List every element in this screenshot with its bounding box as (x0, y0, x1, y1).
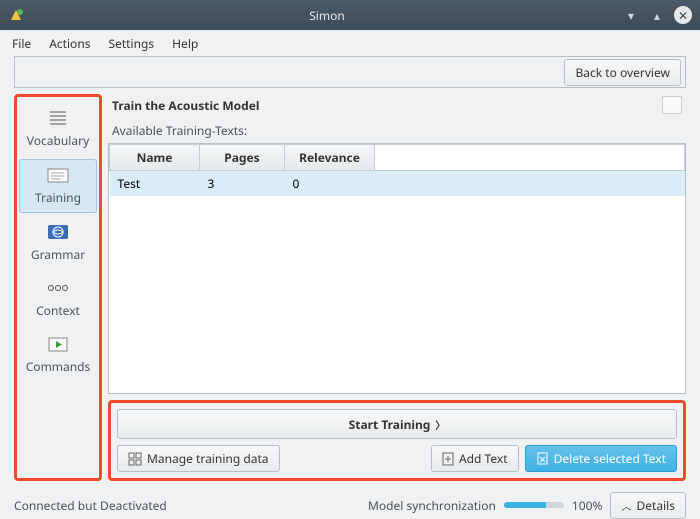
panel-heading: Train the Acoustic Model (112, 97, 260, 114)
main-panel: Train the Acoustic Model Available Train… (108, 94, 686, 481)
action-box: Start Training 〉 Manage training data Ad… (108, 400, 686, 481)
connection-status: Connected but Deactivated (14, 497, 167, 514)
maximize-button[interactable]: ▴ (648, 6, 666, 24)
sync-percent: 100% (572, 497, 603, 514)
menu-file[interactable]: File (12, 35, 31, 52)
commands-icon (44, 333, 72, 355)
back-to-overview-button[interactable]: Back to overview (564, 59, 681, 86)
titlebar: Simon ▾ ▴ ✕ (0, 0, 700, 30)
add-text-button[interactable]: Add Text (431, 445, 519, 472)
training-texts-table: Name Pages Relevance Test 3 0 (108, 143, 686, 394)
delete-icon (536, 452, 549, 465)
sidebar-item-commands[interactable]: Commands (19, 329, 97, 381)
context-icon (44, 277, 72, 299)
details-button[interactable]: ︿ Details (610, 492, 686, 519)
chevron-right-icon: 〉 (435, 417, 445, 432)
col-pages[interactable]: Pages (200, 145, 285, 171)
sidebar-item-label: Vocabulary (27, 132, 89, 149)
statusbar: Connected but Deactivated Model synchron… (0, 491, 700, 519)
menu-settings[interactable]: Settings (108, 35, 154, 52)
training-icon (44, 164, 72, 186)
sidebar-item-label: Context (36, 302, 80, 319)
panel-subheading: Available Training-Texts: (108, 122, 686, 143)
start-training-button[interactable]: Start Training 〉 (117, 409, 677, 439)
add-icon (442, 452, 454, 466)
manage-icon (128, 452, 142, 466)
menu-help[interactable]: Help (172, 35, 198, 52)
app-icon (8, 7, 24, 23)
col-relevance[interactable]: Relevance (285, 145, 375, 171)
delete-selected-text-button[interactable]: Delete selected Text (525, 445, 677, 472)
grammar-icon (44, 221, 72, 243)
sidebar-item-label: Grammar (31, 246, 85, 263)
minimize-button[interactable]: ▾ (622, 6, 640, 24)
sync-label: Model synchronization (368, 497, 496, 514)
calendar-icon[interactable] (662, 96, 682, 114)
sync-progress (504, 502, 564, 508)
sidebar-item-label: Commands (26, 358, 91, 375)
window-title: Simon (32, 7, 622, 24)
cell-name: Test (110, 171, 200, 197)
sidebar: Vocabulary Training Grammar (14, 94, 102, 481)
menu-actions[interactable]: Actions (49, 35, 90, 52)
cell-relevance: 0 (285, 171, 375, 197)
sidebar-item-label: Training (35, 189, 81, 206)
menubar: File Actions Settings Help (0, 30, 700, 56)
sidebar-item-vocabulary[interactable]: Vocabulary (19, 103, 97, 155)
sidebar-item-grammar[interactable]: Grammar (19, 217, 97, 269)
overview-bar: Back to overview (14, 56, 686, 88)
table-row[interactable]: Test 3 0 (110, 171, 685, 197)
sidebar-item-context[interactable]: Context (19, 273, 97, 325)
manage-training-data-button[interactable]: Manage training data (117, 445, 280, 472)
vocabulary-icon (44, 107, 72, 129)
col-name[interactable]: Name (110, 145, 200, 171)
sidebar-item-training[interactable]: Training (19, 159, 97, 213)
chevron-up-icon: ︿ (621, 498, 631, 513)
cell-pages: 3 (200, 171, 285, 197)
close-button[interactable]: ✕ (674, 6, 692, 24)
